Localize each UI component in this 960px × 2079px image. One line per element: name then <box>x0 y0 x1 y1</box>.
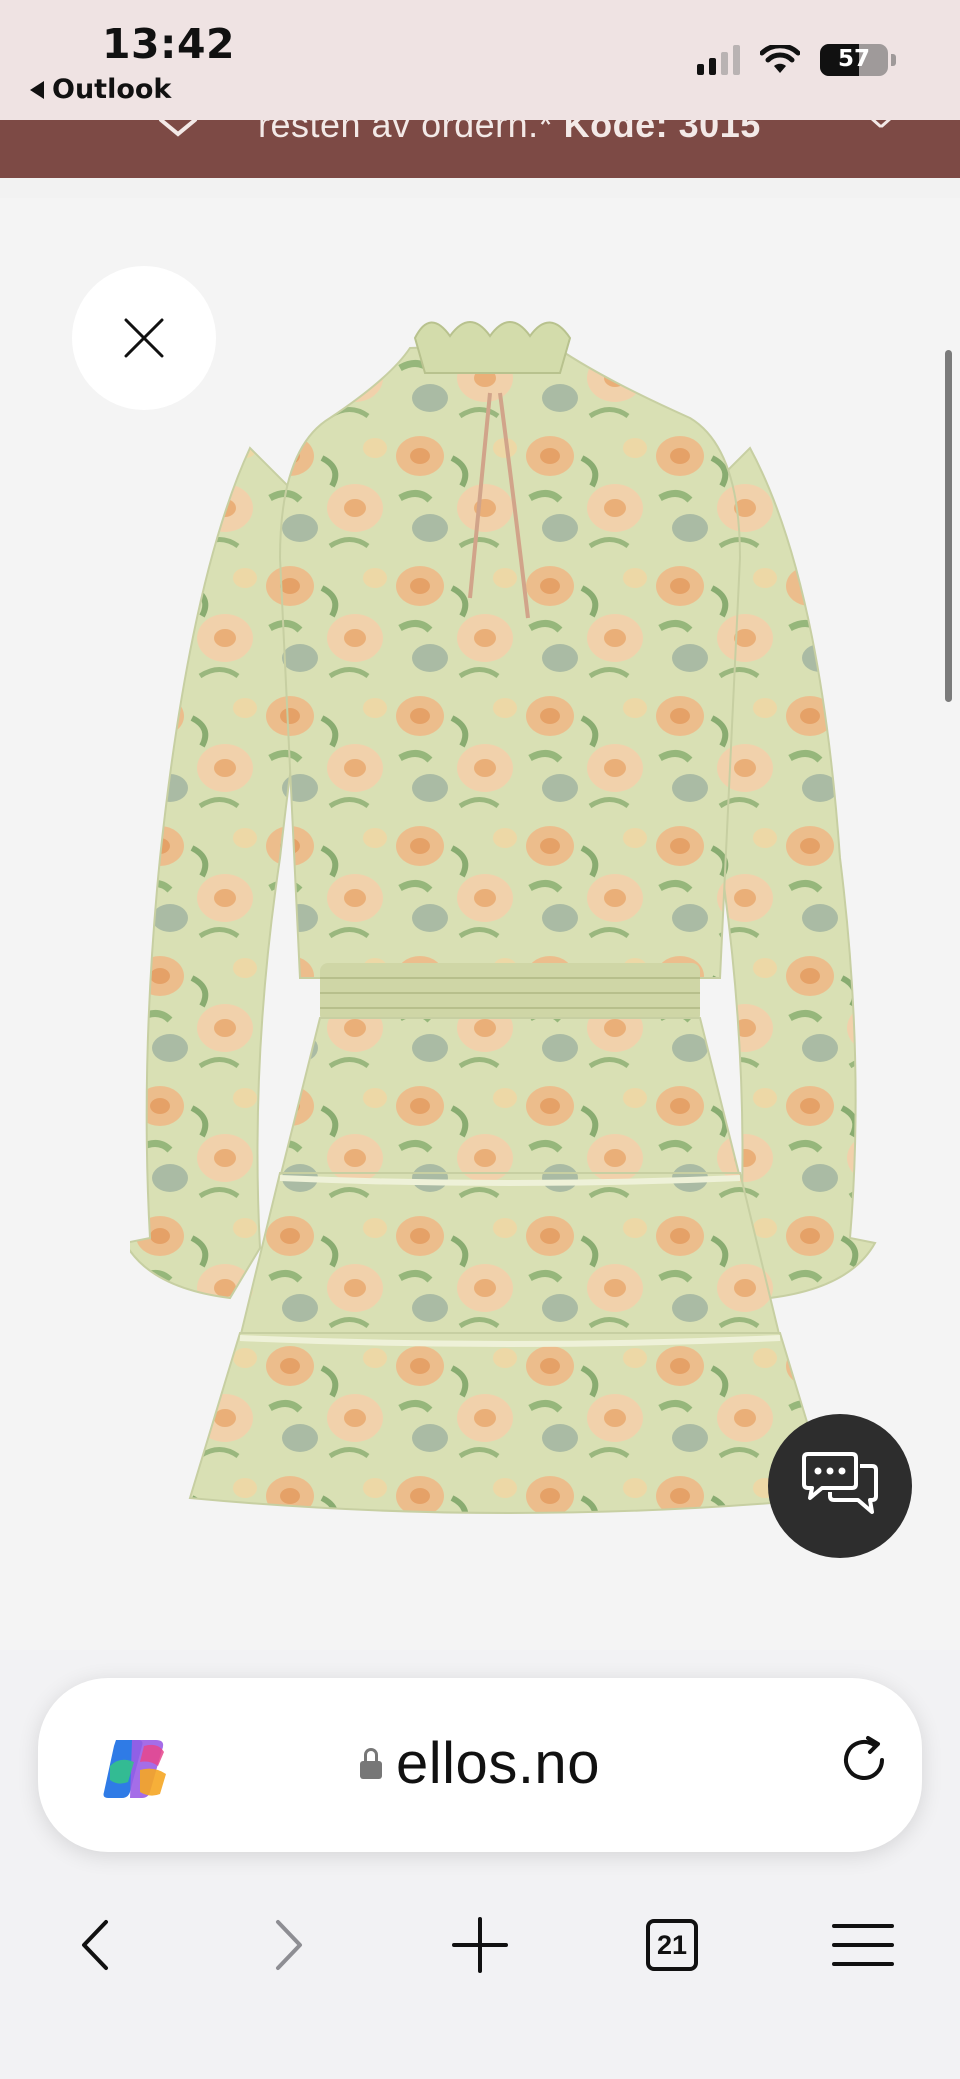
promo-text: resten av ordern.* Kode: 3015 <box>258 120 761 146</box>
tabs-button[interactable]: 21 <box>617 1890 727 2000</box>
product-image-viewer[interactable] <box>0 198 960 1650</box>
status-time: 13:42 <box>102 20 236 68</box>
back-app-label: Outlook <box>52 74 172 105</box>
url-display[interactable]: ellos.no <box>38 1730 922 1797</box>
wifi-icon <box>760 45 800 73</box>
chevron-right-icon <box>276 1920 302 1970</box>
forward-button[interactable] <box>234 1890 344 2000</box>
promo-message: resten av ordern.* <box>258 120 554 145</box>
close-icon <box>124 318 164 358</box>
promo-banner[interactable]: resten av ordern.* Kode: 3015 <box>0 120 960 178</box>
promo-code: Kode: 3015 <box>563 120 761 145</box>
menu-button[interactable] <box>808 1890 918 2000</box>
back-triangle-icon <box>30 80 44 99</box>
status-bar: 13:42 Outlook 57 <box>0 0 960 120</box>
product-image <box>130 321 877 1514</box>
battery-indicator: 57 <box>820 44 896 76</box>
reload-icon[interactable] <box>834 1730 894 1790</box>
menu-icon <box>832 1924 894 1966</box>
lock-icon <box>360 1747 383 1781</box>
promo-close-icon[interactable] <box>868 120 894 134</box>
back-button[interactable] <box>40 1890 150 2000</box>
chat-bubbles-icon <box>802 1452 878 1514</box>
back-to-app-link[interactable]: Outlook <box>30 74 171 105</box>
chat-support-button[interactable] <box>768 1414 912 1558</box>
url-text: ellos.no <box>396 1731 600 1796</box>
browser-bottom-bar: ellos.no 21 <box>0 1650 960 2079</box>
tabs-count: 21 <box>646 1919 698 1971</box>
browser-toolbar: 21 <box>0 1890 960 2000</box>
cellular-signal-icon <box>697 45 740 75</box>
battery-icon: 57 <box>820 44 888 76</box>
address-bar[interactable]: ellos.no <box>38 1678 922 1852</box>
scroll-indicator[interactable] <box>945 350 952 702</box>
battery-level: 57 <box>837 46 870 72</box>
new-tab-button[interactable] <box>425 1890 535 2000</box>
chevron-left-icon <box>82 1920 108 1970</box>
close-image-button[interactable] <box>72 266 216 410</box>
status-icons: 57 <box>697 44 896 76</box>
chevron-down-icon[interactable] <box>158 120 198 138</box>
plus-icon <box>452 1917 508 1973</box>
